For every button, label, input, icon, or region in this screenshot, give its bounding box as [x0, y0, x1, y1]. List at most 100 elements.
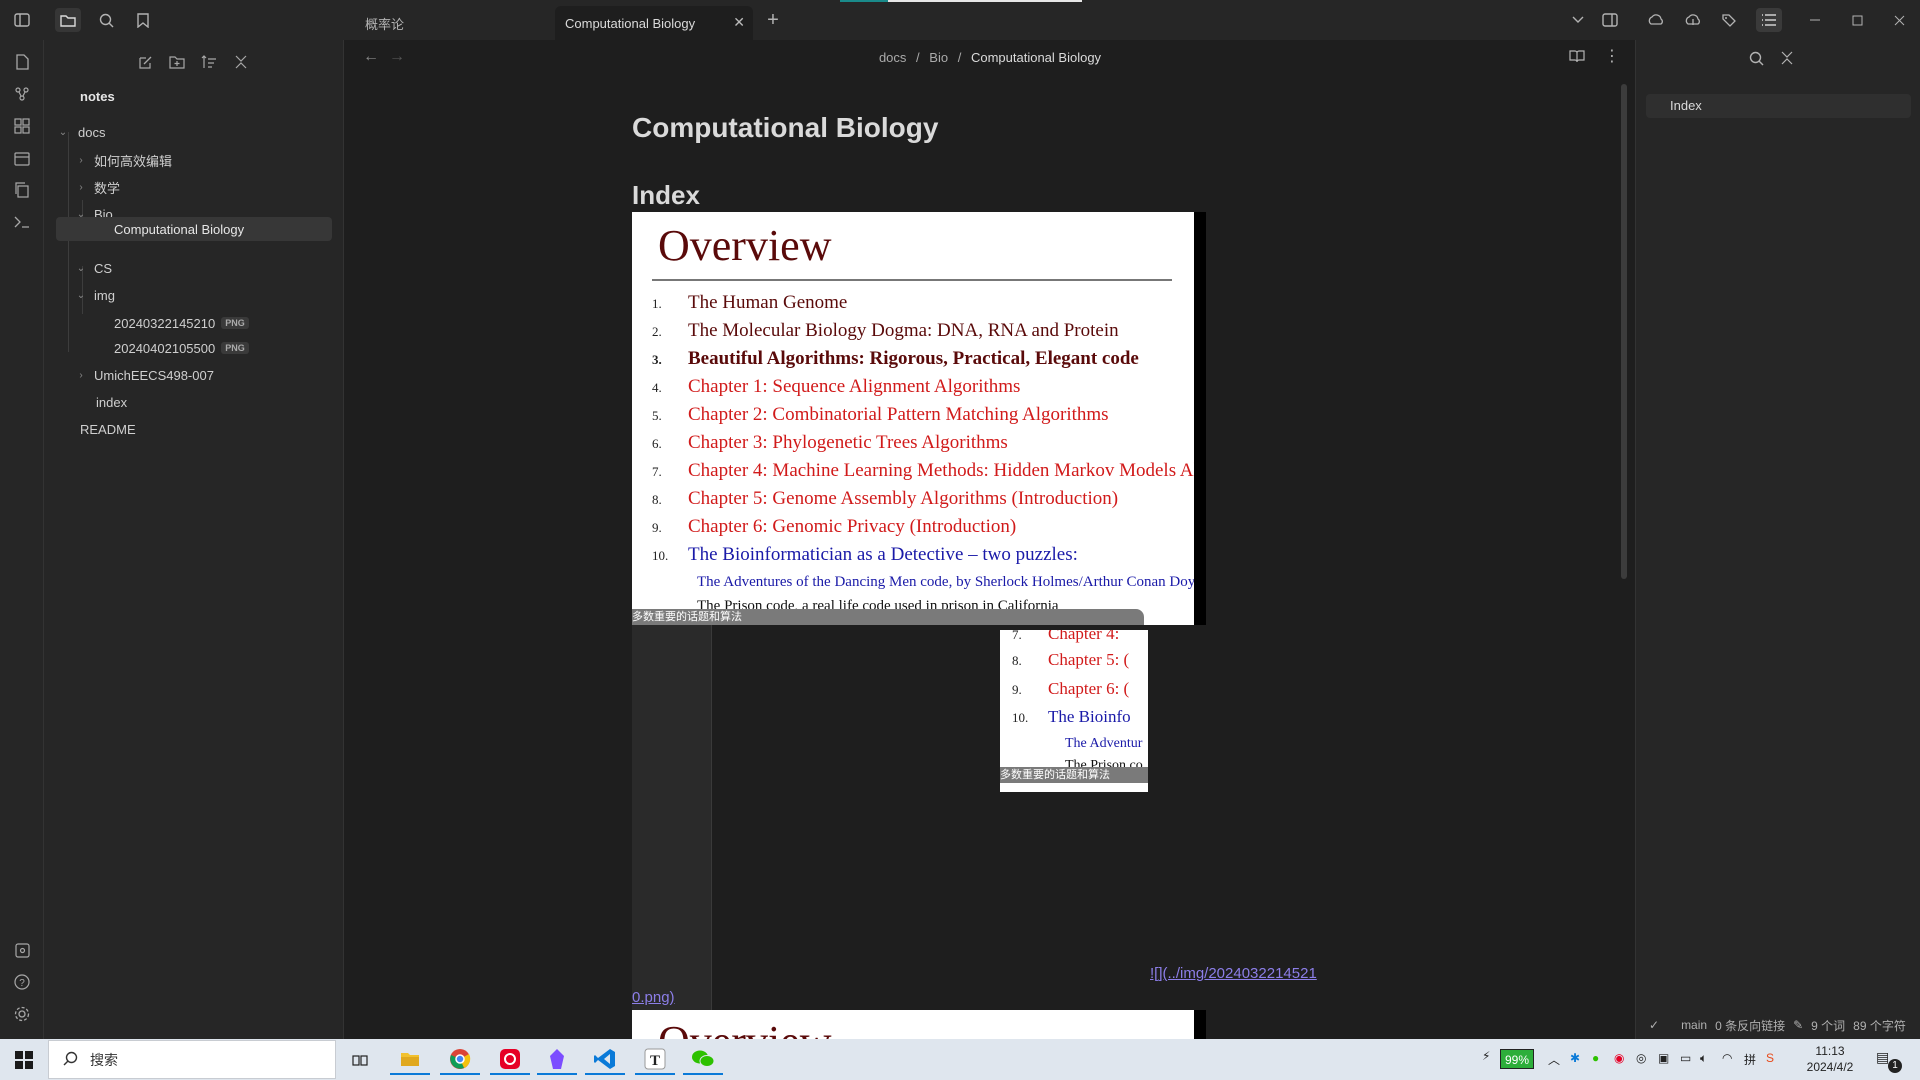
- overview-slide-image-2[interactable]: Overview: [632, 1010, 1194, 1039]
- slide-list-item: 2. The Molecular Biology Dogma: DNA, RNA …: [652, 320, 1119, 341]
- publish-icon[interactable]: [1680, 8, 1706, 32]
- outline-item-index[interactable]: Index: [1646, 94, 1911, 118]
- battery-icon[interactable]: ▭: [1680, 1051, 1691, 1065]
- git-branch[interactable]: main: [1681, 1018, 1707, 1032]
- tree-label: img: [94, 287, 115, 303]
- tree-file-png-2[interactable]: 20240402105500 PNG: [114, 336, 324, 360]
- windows-start-icon[interactable]: [4, 1044, 44, 1075]
- tree-folder-efficient-editing[interactable]: › 如何高效编辑: [74, 148, 314, 172]
- tree-folder-umich[interactable]: › UmichEECS498-007: [74, 363, 314, 387]
- slide-list-item: 3. Beautiful Algorithms: Rigorous, Practi…: [652, 348, 1139, 369]
- tab-probability[interactable]: 概率论: [355, 6, 555, 40]
- minimize-icon[interactable]: [1802, 8, 1828, 32]
- new-tab-icon[interactable]: +: [760, 8, 786, 32]
- canvas-icon[interactable]: [10, 114, 34, 138]
- obsidian-app-icon[interactable]: [537, 1044, 577, 1075]
- collapse-all-icon[interactable]: [229, 50, 253, 74]
- tray-expand-icon[interactable]: ︿: [1548, 1051, 1560, 1068]
- tree-file-png-1[interactable]: 20240322145210 PNG: [114, 311, 324, 335]
- outline-icon[interactable]: [1756, 8, 1782, 32]
- tree-file-computational-biology[interactable]: Computational Biology: [56, 217, 332, 241]
- typora-app-icon[interactable]: T: [635, 1044, 675, 1075]
- tree-folder-img[interactable]: ⌄ img: [74, 283, 314, 307]
- battery-indicator[interactable]: 99%: [1500, 1049, 1535, 1069]
- power-icon[interactable]: ⚡: [1482, 1049, 1490, 1063]
- image-placeholder-area: [632, 625, 712, 1020]
- tags-icon[interactable]: [1717, 8, 1743, 32]
- search-icon[interactable]: [93, 8, 119, 32]
- task-view-icon[interactable]: [340, 1044, 380, 1075]
- search-icon[interactable]: [1749, 51, 1764, 71]
- sidebar-toggle-icon[interactable]: [9, 8, 35, 32]
- folder-icon[interactable]: [55, 8, 81, 32]
- close-window-icon[interactable]: [1886, 8, 1912, 32]
- taskbar-search[interactable]: 搜索: [48, 1040, 336, 1079]
- breadcrumb-item[interactable]: docs: [879, 50, 906, 65]
- char-count: 89 个字符: [1853, 1018, 1906, 1033]
- collapse-all-icon[interactable]: [1781, 51, 1793, 70]
- breadcrumb-current[interactable]: Computational Biology: [971, 50, 1101, 65]
- bookmark-icon[interactable]: [130, 8, 156, 32]
- terminal-icon[interactable]: [10, 210, 34, 234]
- thumbnail-slide-image[interactable]: 7. Chapter 4: 8. Chapter 5: ( 9. Chapter 6:…: [1000, 630, 1148, 792]
- maximize-icon[interactable]: [1844, 8, 1870, 32]
- breadcrumb-item[interactable]: Bio: [929, 50, 948, 65]
- sync-status-icon[interactable]: ✓: [1649, 1018, 1659, 1032]
- scrollbar[interactable]: [1621, 84, 1627, 579]
- chrome-app-icon[interactable]: [440, 1044, 480, 1075]
- file-explorer-app-icon[interactable]: [390, 1044, 430, 1075]
- new-folder-icon[interactable]: [165, 50, 189, 74]
- tree-file-index[interactable]: index: [96, 390, 316, 414]
- volume-icon[interactable]: 🔈︎: [1700, 1051, 1707, 1066]
- wifi-icon[interactable]: ◠: [1722, 1051, 1732, 1065]
- tray-netease-icon[interactable]: ◉: [1614, 1051, 1624, 1065]
- vscode-app-icon[interactable]: [585, 1044, 625, 1075]
- status-bar: ✓ main 0 条反向链接 ✎ 9 个词 89 个字符: [1635, 1012, 1920, 1038]
- edit-mode-icon[interactable]: ✎: [1793, 1018, 1803, 1032]
- chevron-down-icon[interactable]: [1565, 8, 1591, 32]
- tab-computational-biology[interactable]: Computational Biology ✕: [555, 6, 753, 40]
- calendar-icon[interactable]: [10, 146, 34, 170]
- close-tab-icon[interactable]: ✕: [733, 14, 745, 31]
- heading-index: Index: [632, 180, 700, 210]
- tray-app-icon-3[interactable]: ▣: [1658, 1051, 1669, 1065]
- tray-wechat-icon[interactable]: ●: [1592, 1051, 1599, 1065]
- image-embed-link-cont[interactable]: 0.png): [632, 989, 675, 1006]
- vault-name[interactable]: notes: [80, 84, 115, 108]
- clock[interactable]: 11:13 2024/4/2: [1785, 1043, 1875, 1075]
- tree-folder-docs[interactable]: ⌄ docs: [56, 120, 306, 144]
- loading-indicator: [840, 0, 888, 2]
- sync-icon[interactable]: [1643, 8, 1669, 32]
- vault-switcher-icon[interactable]: [10, 938, 34, 962]
- settings-icon[interactable]: [10, 1002, 34, 1026]
- slide-list-item: 10. The Bioinfo: [1012, 707, 1131, 726]
- reading-view-icon[interactable]: [1569, 49, 1585, 68]
- windows-taskbar: 搜索 T ⚡ 99% ︿ ✱ ● ◉ ◎ ▣ ▭ 🔈︎ ◠ 拼 S 11:13 …: [0, 1039, 1920, 1080]
- new-note-icon[interactable]: [133, 50, 157, 74]
- wechat-app-icon[interactable]: [683, 1044, 723, 1075]
- copy-icon[interactable]: [10, 178, 34, 202]
- graph-view-icon[interactable]: [10, 82, 34, 106]
- netease-music-app-icon[interactable]: [490, 1044, 530, 1075]
- sort-icon[interactable]: [197, 50, 221, 74]
- tray-app-icon-2[interactable]: ◎: [1636, 1051, 1646, 1065]
- chevron-right-icon: ›: [79, 369, 83, 381]
- tray-app-icon-1[interactable]: ✱: [1570, 1051, 1580, 1065]
- tree-folder-math[interactable]: › 数学: [74, 175, 314, 199]
- overview-slide-image[interactable]: Overview 1. The Human Genome 2. The Molecu…: [632, 212, 1194, 625]
- help-icon[interactable]: ?: [10, 970, 34, 994]
- chevron-right-icon: ›: [79, 181, 83, 193]
- tree-file-readme[interactable]: README: [80, 417, 300, 441]
- right-sidebar-toggle-icon[interactable]: [1597, 8, 1623, 32]
- tree-folder-cs[interactable]: ⌄ CS: [74, 256, 314, 280]
- tree-label: CS: [94, 260, 113, 276]
- backlinks-count[interactable]: 0 条反向链接: [1715, 1017, 1785, 1034]
- file-open-icon[interactable]: [10, 50, 34, 74]
- sogou-icon[interactable]: S: [1766, 1051, 1774, 1065]
- tree-label: index: [96, 394, 128, 410]
- more-options-icon[interactable]: ⋮: [1604, 46, 1620, 66]
- image-embed-link[interactable]: ![](../img/2024032214521: [1150, 965, 1317, 982]
- svg-text:T: T: [650, 1053, 660, 1069]
- tree-label: docs: [78, 124, 106, 140]
- input-method-icon[interactable]: 拼: [1744, 1051, 1756, 1068]
